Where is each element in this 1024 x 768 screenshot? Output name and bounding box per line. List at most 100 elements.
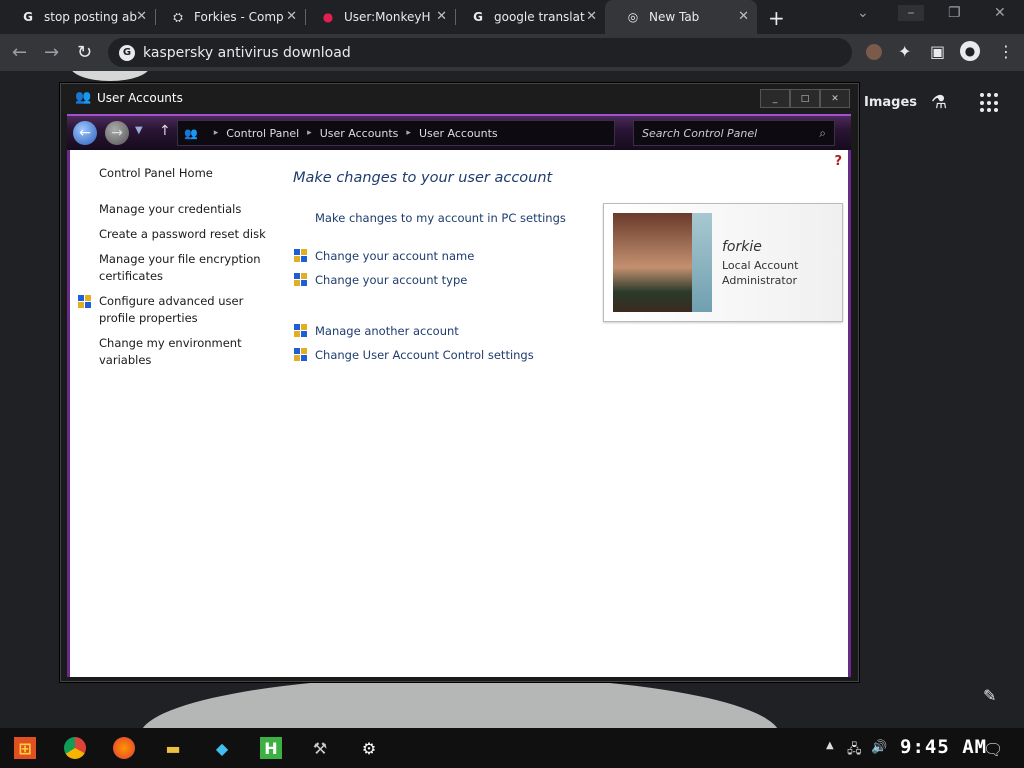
tab-3[interactable]: G google translat ✕	[450, 0, 605, 34]
sidebar-item-profile-properties[interactable]: Configure advanced user profile properti…	[99, 293, 269, 327]
close-tab-icon[interactable]: ✕	[586, 9, 597, 24]
sidebar-item-environment[interactable]: Change my environment variables	[99, 335, 269, 369]
google-icon: G	[119, 44, 135, 61]
h-app-icon[interactable]: H	[260, 737, 282, 759]
close-button[interactable]: ✕	[820, 89, 850, 108]
manage-another-account-link[interactable]: Manage another account	[315, 324, 459, 338]
apps-grid-icon[interactable]	[980, 93, 1000, 113]
tab-title: stop posting ab	[44, 10, 137, 24]
minimize-button[interactable]: –	[898, 5, 924, 21]
browser-toolbar: ← → ↻ G kaspersky antivirus download ✦ ▣…	[0, 34, 1024, 71]
customize-pencil-icon[interactable]: ✎	[983, 686, 996, 705]
sidebar-item-encryption[interactable]: Manage your file encryption certificates	[99, 251, 269, 285]
chrome-icon: ◎	[627, 10, 639, 24]
window-titlebar[interactable]: 👥 User Accounts _ □ ✕	[61, 84, 858, 114]
menu-icon[interactable]: ⋮	[998, 42, 1014, 61]
volume-icon[interactable]: 🔊	[871, 740, 887, 755]
account-icon[interactable]: ●	[960, 41, 980, 61]
search-icon[interactable]: ⌕	[819, 126, 826, 141]
pc-settings-link[interactable]: Make changes to my account in PC setting…	[315, 211, 566, 225]
maximize-button[interactable]: □	[790, 89, 820, 108]
tab-strip: G stop posting ab ✕ ⛭ Forkies - Comp ✕ ●…	[0, 0, 1024, 34]
breadcrumb[interactable]: 👥 ▸ Control Panel ▸ User Accounts ▸ User…	[177, 120, 615, 146]
chevron-right-icon: ▸	[406, 128, 411, 138]
shield-icon	[294, 273, 307, 286]
labs-icon[interactable]: ⚗	[931, 92, 947, 113]
chevron-down-icon[interactable]: ▼	[135, 125, 143, 136]
tab-title: User:MonkeyH	[344, 10, 431, 24]
tab-title: New Tab	[649, 10, 700, 24]
sidebar-item-home[interactable]: Control Panel Home	[99, 165, 269, 182]
reload-icon[interactable]: ↻	[77, 42, 92, 63]
users-icon: 👥	[184, 126, 198, 140]
fandom-icon: ⛭	[173, 9, 183, 24]
account-card: forkie Local Account Administrator	[603, 203, 843, 322]
clock[interactable]: 9:45 AM	[900, 736, 987, 758]
uac-settings-link[interactable]: Change User Account Control settings	[315, 348, 534, 362]
new-tab-button[interactable]: +	[768, 6, 785, 30]
up-arrow-icon[interactable]: ↑	[159, 123, 171, 139]
close-tab-icon[interactable]: ✕	[136, 9, 147, 24]
breadcrumb-item[interactable]: Control Panel	[226, 127, 299, 140]
forward-arrow-icon[interactable]: →	[44, 42, 59, 63]
chevron-right-icon: ▸	[213, 128, 219, 138]
start-icon[interactable]: ⊞	[14, 737, 36, 759]
sidebar-item-password-reset[interactable]: Create a password reset disk	[99, 226, 279, 243]
help-icon[interactable]: ?	[834, 154, 842, 169]
tab-2[interactable]: ● User:MonkeyH ✕	[300, 0, 455, 34]
background-image	[70, 71, 150, 81]
search-input[interactable]: Search Control Panel ⌕	[633, 120, 835, 146]
account-role: Administrator	[722, 274, 797, 287]
new-tab-page: Images ⚗ ✎ 👥 User Accounts _ □ ✕ ← → ▼ ↑…	[0, 71, 1024, 728]
show-hidden-icons-icon[interactable]: ▲	[826, 740, 834, 751]
tab-search-icon[interactable]: ⌄	[857, 5, 869, 21]
back-arrow-icon[interactable]: ←	[12, 42, 27, 63]
tool-icon[interactable]: ⚒	[309, 737, 331, 759]
change-account-name-link[interactable]: Change your account name	[315, 249, 474, 263]
forward-arrow-icon[interactable]: →	[105, 121, 129, 145]
images-link[interactable]: Images	[864, 95, 917, 110]
address-bar: ← → ▼ ↑ 👥 ▸ Control Panel ▸ User Account…	[67, 114, 851, 150]
breadcrumb-item[interactable]: User Accounts	[419, 127, 498, 140]
side-panel-icon[interactable]: ▣	[930, 42, 945, 61]
tab-1[interactable]: ⛭ Forkies - Comp ✕	[150, 0, 305, 34]
flame-icon: ●	[322, 10, 334, 24]
close-tab-icon[interactable]: ✕	[436, 9, 447, 24]
tab-title: google translat	[494, 10, 585, 24]
network-icon[interactable]: 🖧	[847, 740, 862, 762]
breadcrumb-item[interactable]: User Accounts	[320, 127, 399, 140]
account-type: Local Account	[722, 259, 799, 272]
google-icon: G	[23, 10, 33, 24]
notifications-icon[interactable]: 🗨	[983, 740, 1003, 759]
page-title: Make changes to your user account	[293, 170, 553, 186]
users-icon: 👥	[75, 90, 92, 105]
close-window-button[interactable]: ✕	[994, 5, 1006, 21]
control-panel-content: ? Control Panel Home Manage your credent…	[67, 150, 851, 677]
settings-gear-icon[interactable]: ⚙	[358, 737, 380, 759]
omnibox[interactable]: G kaspersky antivirus download	[108, 38, 852, 67]
omnibox-text[interactable]: kaspersky antivirus download	[143, 45, 351, 61]
diamond-icon[interactable]: ◆	[211, 737, 233, 759]
back-arrow-icon[interactable]: ←	[73, 121, 97, 145]
extensions-icon[interactable]: ✦	[898, 42, 911, 61]
change-account-type-link[interactable]: Change your account type	[315, 273, 467, 287]
shield-icon	[78, 295, 91, 308]
close-tab-icon[interactable]: ✕	[286, 9, 297, 24]
minimize-button[interactable]: _	[760, 89, 790, 108]
tab-4[interactable]: ◎ New Tab ✕	[605, 0, 757, 34]
user-accounts-window: 👥 User Accounts _ □ ✕ ← → ▼ ↑ 👥 ▸ Contro…	[60, 83, 859, 682]
close-tab-icon[interactable]: ✕	[738, 9, 749, 24]
profile-avatar[interactable]	[866, 44, 882, 60]
account-picture[interactable]	[613, 213, 712, 312]
tab-0[interactable]: G stop posting ab ✕	[0, 0, 155, 34]
folder-icon[interactable]: ▬	[162, 737, 184, 759]
firefox-icon[interactable]	[113, 737, 135, 759]
sidebar-item-credentials[interactable]: Manage your credentials	[99, 201, 269, 218]
shield-icon	[294, 348, 307, 361]
window-title: User Accounts	[97, 91, 183, 105]
chevron-right-icon: ▸	[307, 128, 312, 138]
restore-button[interactable]: ❐	[948, 5, 961, 21]
chrome-icon[interactable]	[64, 737, 86, 759]
background-image	[140, 676, 780, 728]
taskbar: ⊞ ▬ ◆ H ⚒ ⚙ ▲ 🖧 🔊 9:45 AM 🗨	[0, 728, 1024, 768]
